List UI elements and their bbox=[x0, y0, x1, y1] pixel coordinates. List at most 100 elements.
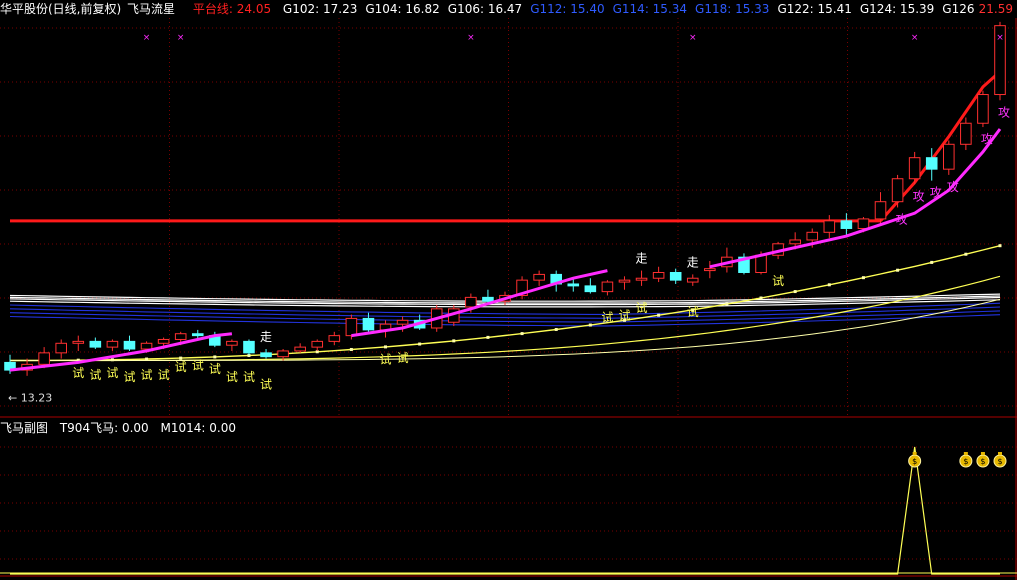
ma-dot bbox=[588, 323, 592, 327]
label-try: 试 bbox=[209, 361, 221, 376]
candle bbox=[226, 339, 238, 351]
candle-body bbox=[226, 340, 238, 346]
label-attack: 攻 bbox=[913, 189, 925, 203]
ma-dot bbox=[998, 244, 1002, 248]
candle-body bbox=[260, 352, 272, 358]
candle-body bbox=[38, 352, 50, 365]
label-try: 试 bbox=[397, 350, 409, 365]
money-bag-neck bbox=[963, 452, 968, 455]
label-try: 试 bbox=[687, 304, 699, 319]
candle-body bbox=[533, 273, 545, 281]
g-value-4: G114: 15.34 bbox=[612, 2, 688, 16]
candle bbox=[123, 335, 136, 351]
sub-chart-header: 飞马副图 T904飞马: 0.00 M1014: 0.00 bbox=[0, 419, 244, 437]
g-value-2: G106: 16.47 bbox=[447, 2, 523, 16]
stock-title: 华平股份(日线,前复权) bbox=[0, 2, 122, 16]
candle-body bbox=[174, 333, 187, 340]
candle bbox=[840, 213, 853, 237]
candle bbox=[294, 343, 306, 353]
candle-body bbox=[874, 201, 887, 220]
label-attack: 攻 bbox=[896, 212, 908, 226]
candle-body bbox=[328, 335, 341, 342]
candle-body bbox=[72, 340, 85, 344]
candle bbox=[89, 337, 102, 350]
label-walk: 走 bbox=[636, 252, 648, 266]
top-marker: × bbox=[143, 33, 151, 43]
trend-line bbox=[709, 128, 1002, 269]
candle-body bbox=[584, 285, 597, 293]
candle-body bbox=[123, 340, 136, 350]
stock-chart[interactable]: × × × × × ×← 13.23试试试试试试试试试试 试试试 试试 试试 试试走走 走攻攻攻攻攻… bbox=[0, 0, 1017, 580]
candle-body bbox=[277, 350, 289, 358]
ma-dot bbox=[349, 347, 353, 351]
candle-body bbox=[857, 218, 870, 229]
candle bbox=[977, 90, 989, 128]
money-bag-symbol: $ bbox=[997, 457, 1002, 466]
candle-body bbox=[635, 277, 648, 281]
money-bag-icon: $ bbox=[908, 452, 922, 468]
ma-dot bbox=[418, 342, 422, 346]
g-value-3: G112: 15.40 bbox=[530, 2, 605, 16]
label-try: 试 bbox=[380, 352, 392, 367]
candle-body bbox=[789, 239, 801, 245]
candle-body bbox=[891, 178, 904, 203]
candle-body bbox=[362, 317, 375, 331]
sub-signal-line bbox=[10, 446, 1000, 575]
m1014-value: M1014: 0.00 bbox=[160, 421, 236, 435]
candle-body bbox=[89, 340, 102, 348]
label-try: 试 bbox=[72, 365, 84, 380]
g-value-1: G104: 16.82 bbox=[365, 2, 440, 16]
money-bag-symbol: $ bbox=[980, 457, 985, 466]
candle bbox=[669, 268, 682, 284]
candle-body bbox=[106, 340, 119, 348]
ma-dot bbox=[759, 296, 763, 300]
candle-body bbox=[396, 319, 409, 325]
candle bbox=[652, 266, 665, 283]
candle-body bbox=[567, 283, 580, 287]
ma-dot bbox=[110, 358, 114, 362]
candle bbox=[584, 278, 597, 294]
label-try: 试 bbox=[601, 309, 613, 324]
label-attack: 攻 bbox=[981, 132, 993, 146]
candle-body bbox=[482, 296, 494, 302]
indicator-name: 飞马流星 bbox=[127, 2, 176, 16]
ma-dot bbox=[520, 332, 524, 336]
label-try: 试 bbox=[772, 273, 784, 288]
g-value-0: G102: 17.23 bbox=[282, 2, 358, 16]
money-bag-symbol: $ bbox=[912, 457, 917, 466]
candle-body bbox=[191, 333, 204, 337]
label-try: 试 bbox=[106, 365, 118, 380]
candle-body bbox=[977, 94, 989, 124]
label-walk: 走 bbox=[260, 330, 272, 344]
candle-body bbox=[652, 271, 665, 279]
candle-body bbox=[755, 254, 767, 273]
candle-body bbox=[806, 231, 819, 241]
candle bbox=[311, 339, 324, 351]
candle-body bbox=[345, 317, 358, 337]
ma-dot bbox=[179, 356, 183, 360]
sub-chart-title: 飞马副图 bbox=[0, 421, 49, 435]
ma-dot bbox=[896, 268, 900, 272]
candle-body bbox=[704, 268, 716, 272]
money-bag-neck bbox=[980, 452, 985, 455]
candle-body bbox=[157, 338, 170, 344]
top-marker: × bbox=[467, 33, 475, 43]
label-try: 试 bbox=[141, 367, 153, 382]
candle-body bbox=[840, 220, 853, 229]
candle-body bbox=[925, 157, 938, 170]
label-try: 试 bbox=[618, 308, 630, 323]
label-try: 试 bbox=[226, 369, 238, 384]
ma-dot bbox=[486, 335, 490, 339]
candle bbox=[106, 339, 119, 351]
label-try: 试 bbox=[192, 357, 204, 372]
candle-body bbox=[669, 271, 682, 281]
candle-body bbox=[908, 157, 921, 180]
ma-dot bbox=[213, 355, 217, 359]
last-price: 21.59 bbox=[974, 0, 1017, 18]
money-bag-neck bbox=[998, 452, 1002, 455]
candle bbox=[635, 270, 648, 286]
ma-dot bbox=[554, 327, 558, 331]
money-bag-symbol: $ bbox=[963, 457, 968, 466]
g-values: G102: 17.23 G104: 16.82 G106: 16.47 G112: 1… bbox=[283, 2, 1017, 16]
candle-body bbox=[311, 340, 324, 348]
